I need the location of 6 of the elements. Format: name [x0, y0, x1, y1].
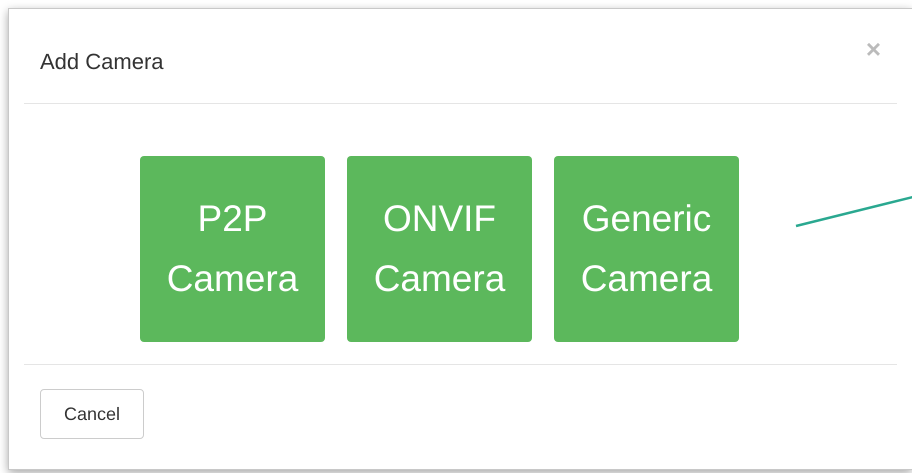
dialog-title: Add Camera — [40, 48, 164, 75]
camera-type-button[interactable]: P2P Camera — [140, 156, 325, 342]
camera-type-button[interactable]: ONVIF Camera — [347, 156, 532, 342]
cancel-button[interactable]: Cancel — [40, 389, 144, 439]
close-button[interactable]: × — [866, 34, 881, 64]
camera-type-button[interactable]: Generic Camera — [554, 156, 739, 342]
